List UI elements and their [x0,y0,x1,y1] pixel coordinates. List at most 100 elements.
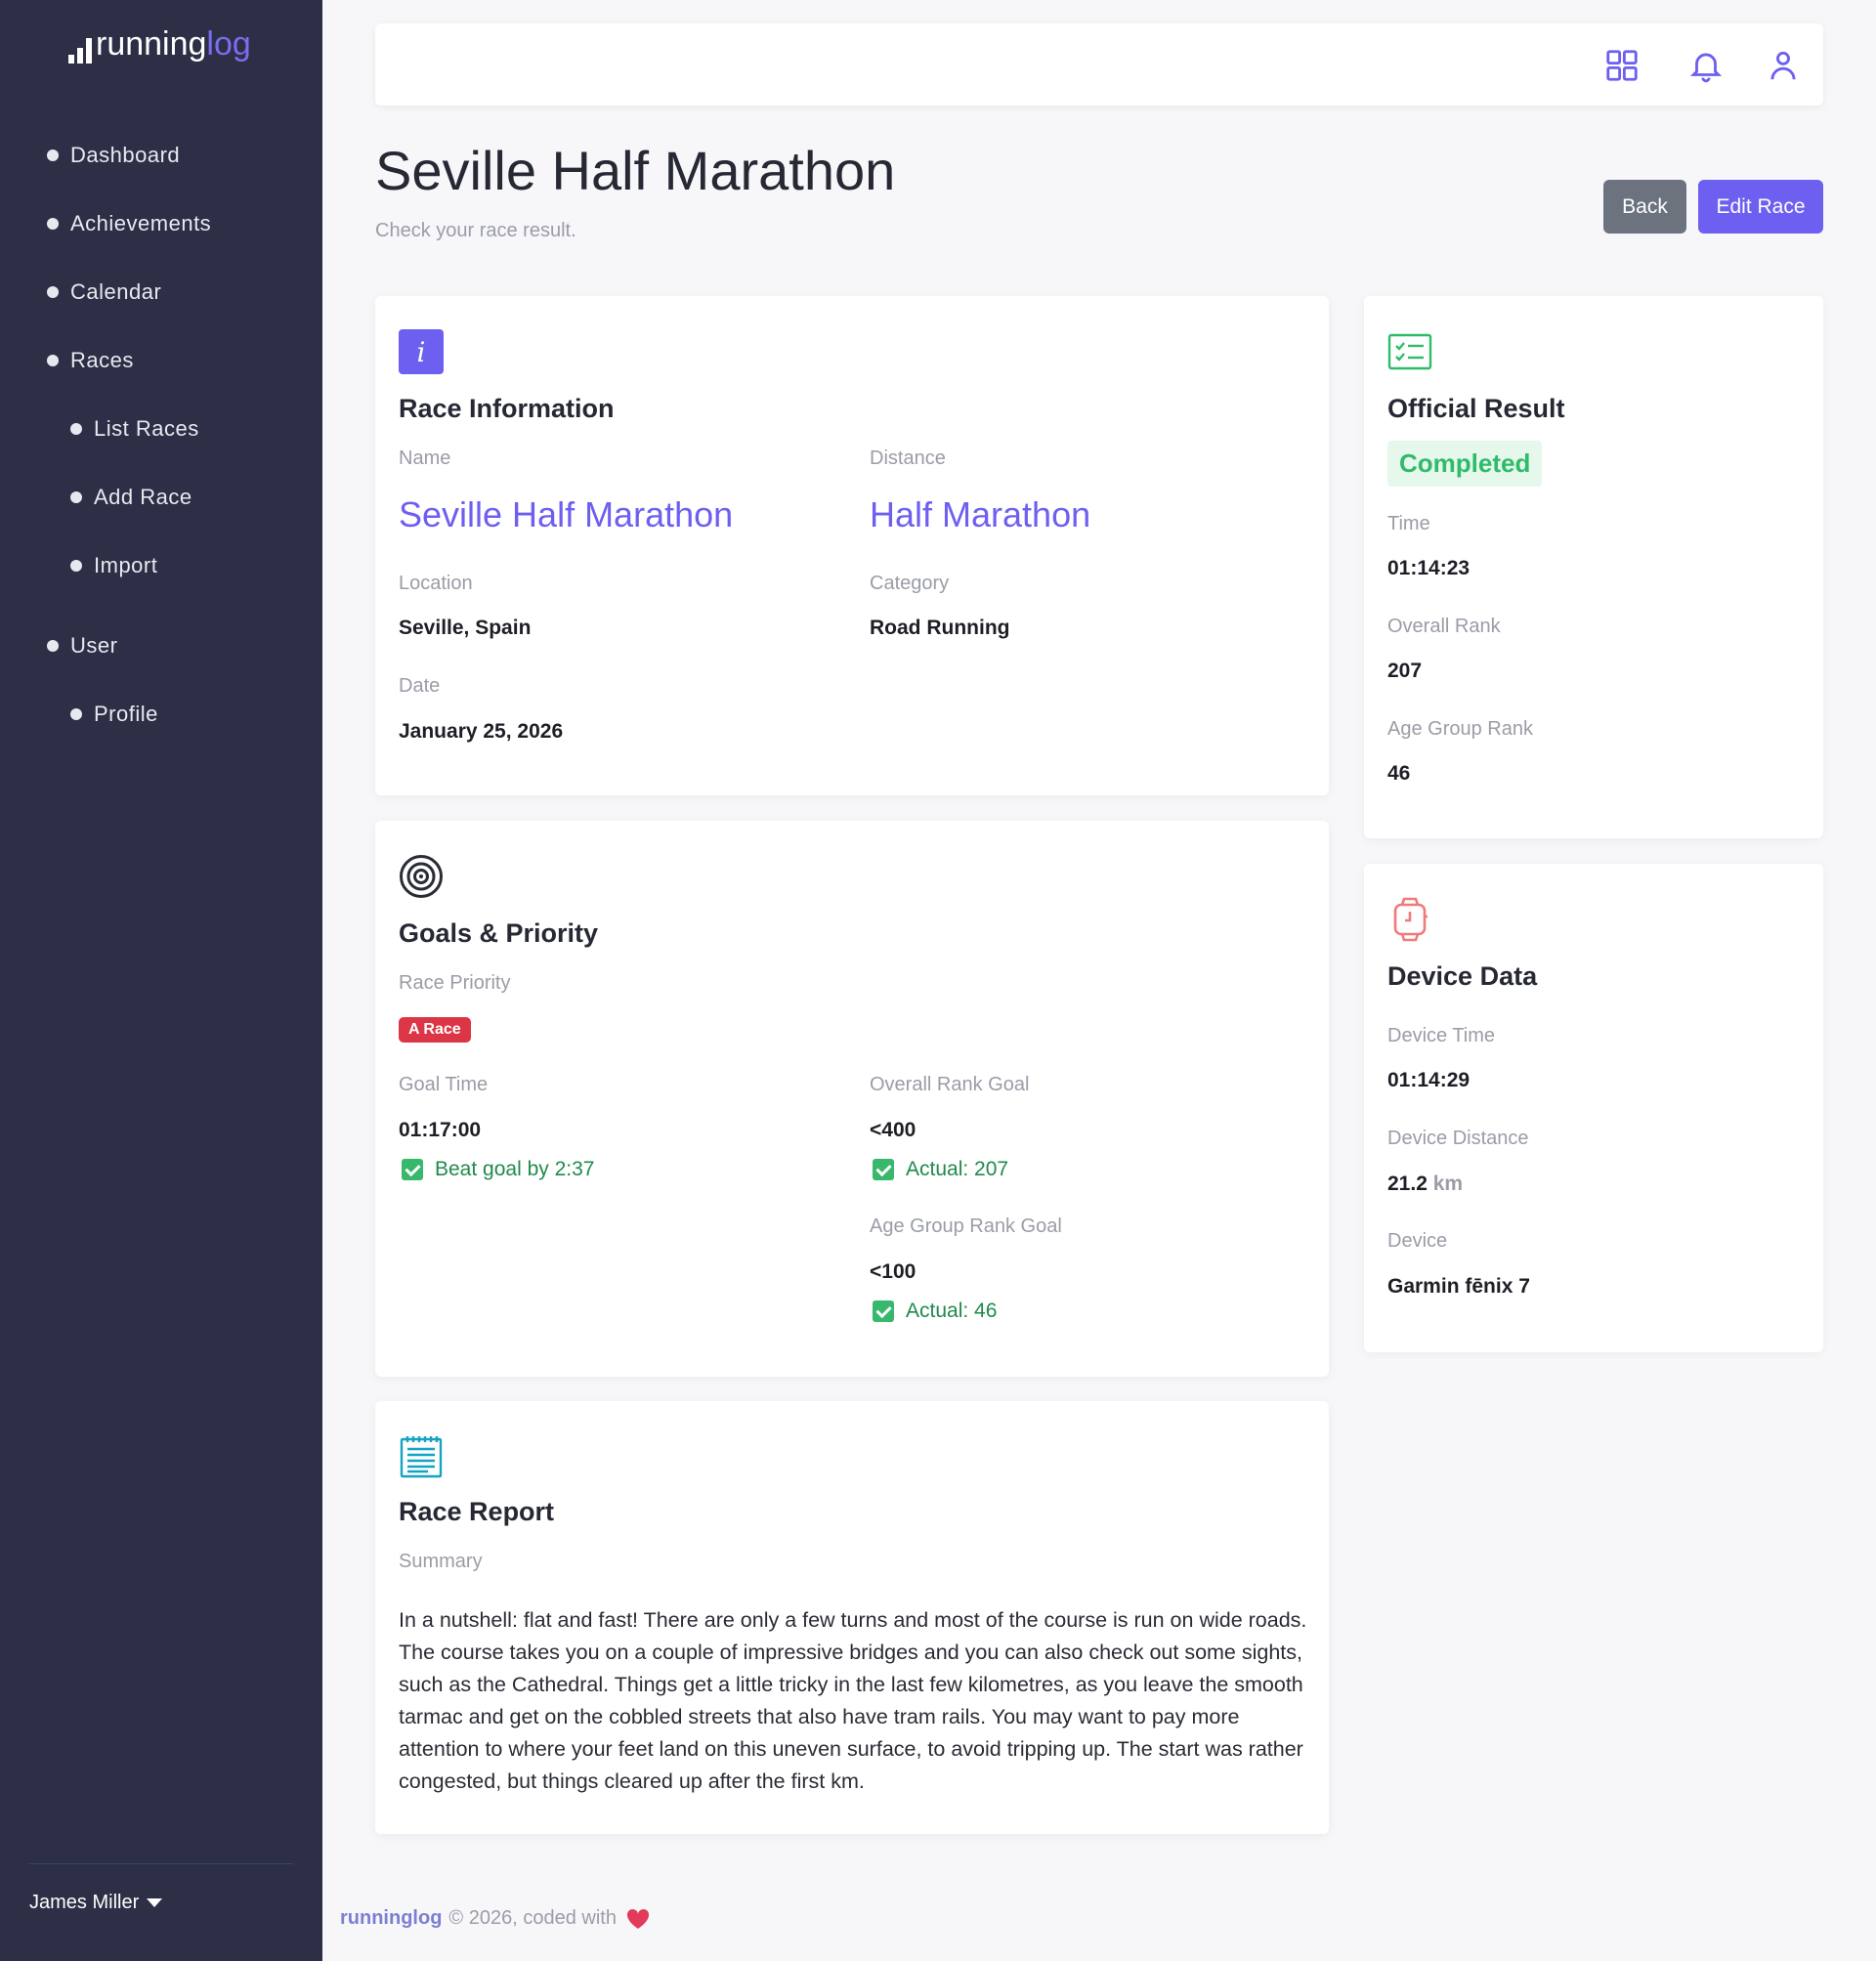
footer-text: © 2026, coded with [448,1907,617,1929]
official-result-card: Official Result Completed Time 01:14:23 … [1364,296,1823,838]
sidebar-item-import[interactable]: Import [0,532,322,600]
time-label: Time [1387,513,1430,534]
bullet-icon [47,286,59,298]
age-group-rank-goal-value: <100 [870,1260,917,1283]
device-name: Garmin fēnix 7 [1387,1275,1530,1298]
grid-icon[interactable] [1603,47,1641,84]
age-group-rank-result-text: Actual: 46 [906,1300,998,1322]
goal-time-value: 01:17:00 [399,1119,482,1141]
user-menu[interactable]: James Miller [29,1892,163,1914]
race-category: Road Running [870,617,1010,639]
device-time-value: 01:14:29 [1387,1069,1471,1091]
official-result-title: Official Result [1387,394,1565,423]
race-information-card: i Race Information Name Seville Half Mar… [375,296,1329,795]
sidebar: running log Dashboard Achievements Calend… [0,0,322,1961]
check-icon [402,1159,423,1180]
overall-rank-goal-label: Overall Rank Goal [870,1074,1030,1095]
sidebar-item-profile[interactable]: Profile [0,680,322,748]
official-time: 01:14:23 [1387,557,1471,579]
race-report-card: Race Report Summary In a nutshell: flat … [375,1401,1329,1834]
sidebar-item-label: Profile [94,702,158,726]
footer: runninglog © 2026, coded with [340,1907,650,1930]
topbar [375,23,1823,106]
goal-time-label: Goal Time [399,1074,489,1095]
caret-down-icon [147,1898,163,1907]
race-summary-text: In a nutshell: flat and fast! There are … [399,1608,1307,1793]
bullet-icon [47,218,59,230]
device-data-title: Device Data [1387,961,1538,991]
overall-rank-result-text: Actual: 207 [906,1158,1009,1180]
goal-time-result-text: Beat goal by 2:37 [435,1158,595,1180]
bullet-icon [70,560,82,572]
bullet-icon [47,355,59,366]
sidebar-item-label: Achievements [70,211,212,235]
check-icon [873,1300,894,1322]
sidebar-item-races[interactable]: Races [0,326,322,395]
category-label: Category [870,573,950,594]
age-group-rank-value: 46 [1387,762,1411,785]
sidebar-nav: Dashboard Achievements Calendar Races Li… [0,121,322,748]
device-distance-value: 21.2 [1387,1172,1428,1195]
location-label: Location [399,573,473,594]
sidebar-item-label: Calendar [70,279,162,304]
sidebar-item-label: Add Race [94,485,192,509]
overall-rank-value: 207 [1387,660,1423,682]
sidebar-item-label: List Races [94,416,199,441]
age-group-rank-label: Age Group Rank [1387,718,1533,740]
sidebar-item-list-races[interactable]: List Races [0,395,322,463]
device-distance-label: Device Distance [1387,1128,1529,1149]
device-data-card: Device Data Device Time 01:14:29 Device … [1364,864,1823,1352]
sidebar-divider [29,1863,293,1864]
check-icon [873,1159,894,1180]
race-priority-label: Race Priority [399,972,511,994]
info-icon: i [399,329,444,374]
overall-rank-goal-value: <400 [870,1119,917,1141]
name-label: Name [399,448,451,469]
goals-priority-title: Goals & Priority [399,918,599,948]
status-badge: Completed [1387,441,1543,487]
race-information-title: Race Information [399,394,615,423]
sidebar-item-label: User [70,633,118,658]
sidebar-item-calendar[interactable]: Calendar [0,258,322,326]
age-group-rank-result: Actual: 46 [873,1300,997,1323]
footer-brand[interactable]: runninglog [340,1907,442,1930]
device-distance-unit: km [1432,1172,1464,1195]
race-distance: Half Marathon [870,494,1091,534]
page-subtitle: Check your race result. [375,220,576,241]
page-title: Seville Half Marathon [375,140,896,201]
sidebar-item-user[interactable]: User [0,612,322,680]
goals-priority-card: Goals & Priority Race Priority A Race Go… [375,821,1329,1377]
bell-icon[interactable] [1687,47,1725,84]
race-report-title: Race Report [399,1497,555,1526]
user-name: James Miller [29,1892,140,1913]
sidebar-item-achievements[interactable]: Achievements [0,190,322,258]
brand-logo[interactable]: running log [68,25,251,64]
heart-icon [626,1908,649,1929]
race-name: Seville Half Marathon [399,494,734,534]
user-icon[interactable] [1765,47,1802,84]
goal-time-result: Beat goal by 2:37 [402,1158,594,1181]
device-time-label: Device Time [1387,1025,1496,1046]
race-location: Seville, Spain [399,617,532,639]
checklist-icon [1387,333,1432,370]
svg-text:i: i [417,336,426,368]
bullet-icon [70,491,82,503]
sidebar-item-label: Dashboard [70,143,181,167]
sidebar-item-label: Import [94,553,158,577]
device-distance: 21.2 km [1387,1172,1463,1196]
age-group-rank-goal-label: Age Group Rank Goal [870,1215,1062,1237]
bullet-icon [70,423,82,435]
overall-rank-result: Actual: 207 [873,1158,1008,1181]
overall-rank-label: Overall Rank [1387,616,1501,637]
edit-race-button[interactable]: Edit Race [1698,180,1823,234]
sidebar-item-label: Races [70,348,134,372]
sidebar-item-dashboard[interactable]: Dashboard [0,121,322,190]
brand-name-part1: running [96,25,207,63]
bullet-icon [70,708,82,720]
watch-icon [1393,897,1428,942]
bullet-icon [47,149,59,161]
device-label: Device [1387,1230,1448,1252]
back-button[interactable]: Back [1603,180,1686,234]
sidebar-item-add-race[interactable]: Add Race [0,463,322,532]
bullet-icon [47,640,59,652]
